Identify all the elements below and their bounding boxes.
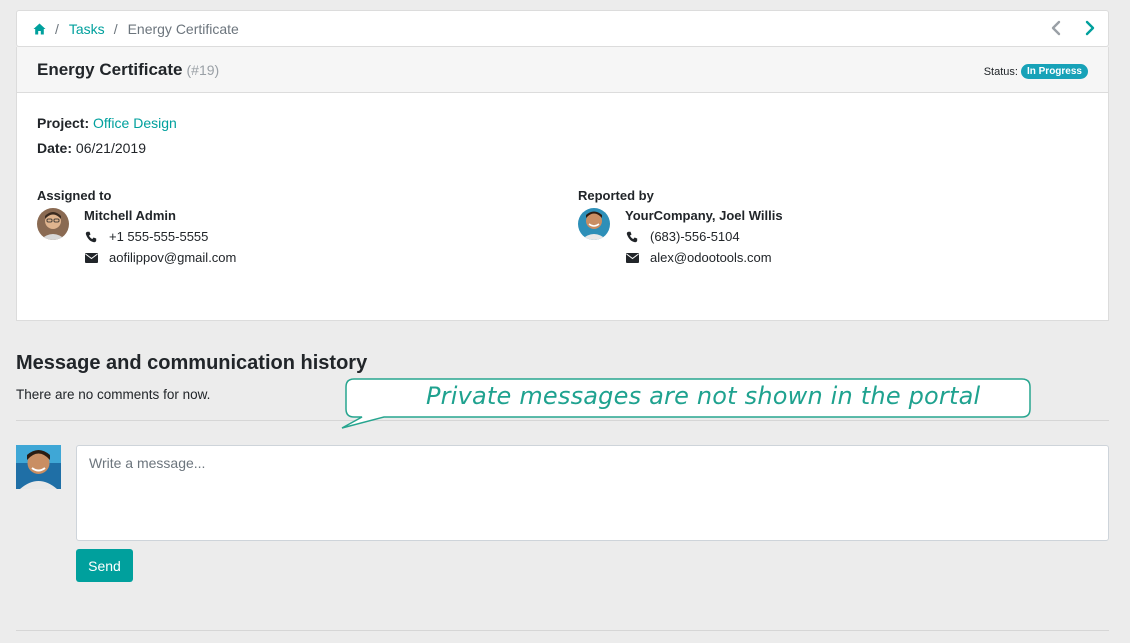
breadcrumb-bar: / Tasks / Energy Certificate [16, 10, 1109, 47]
status-group: Status: In Progress [984, 64, 1088, 79]
status-badge: In Progress [1020, 64, 1088, 79]
task-card: Energy Certificate (#19) Status: In Progr… [16, 47, 1109, 321]
envelope-icon [84, 252, 98, 263]
phone-icon [625, 231, 639, 243]
breadcrumb-tasks-link[interactable]: Tasks [69, 21, 105, 37]
reporter-phone: (683)-556-5104 [650, 229, 740, 244]
date-row: Date: 06/21/2019 [37, 140, 146, 156]
avatar [16, 445, 61, 489]
breadcrumb-current: Energy Certificate [127, 21, 239, 37]
task-header: Energy Certificate (#19) Status: In Progr… [17, 47, 1108, 93]
phone-icon [84, 231, 98, 243]
avatar [578, 208, 610, 240]
assigned-to-block: Assigned to Mitchell Admin +1 555-555-55… [37, 188, 537, 268]
assigned-heading: Assigned to [37, 188, 112, 203]
breadcrumb-separator: / [113, 21, 118, 37]
page-title: Energy Certificate (#19) [37, 60, 219, 80]
assignee-email-row: aofilippov@gmail.com [84, 250, 236, 265]
message-input[interactable] [76, 445, 1109, 541]
no-comments-text: There are no comments for now. [16, 387, 211, 402]
record-pager [1048, 19, 1098, 37]
callout-bubble: Private messages are not shown in the po… [340, 378, 1032, 430]
reporter-email-row: alex@odootools.com [625, 250, 772, 265]
breadcrumb: / Tasks / Energy Certificate [33, 21, 239, 37]
project-link[interactable]: Office Design [93, 115, 177, 131]
date-label: Date: [37, 140, 73, 156]
avatar [37, 208, 69, 240]
assignee-email: aofilippov@gmail.com [109, 250, 237, 265]
assignee-phone-row: +1 555-555-5555 [84, 229, 208, 244]
assignee-phone: +1 555-555-5555 [109, 229, 209, 244]
callout-text: Private messages are not shown in the po… [426, 382, 981, 410]
divider [16, 630, 1109, 631]
project-row: Project: Office Design [37, 115, 177, 131]
reported-by-block: Reported by YourCompany, Joel Willis (68… [578, 188, 1078, 268]
status-label: Status: [983, 65, 1018, 78]
reported-heading: Reported by [578, 188, 654, 203]
reporter-email: alex@odootools.com [650, 250, 772, 265]
task-title-text: Energy Certificate [37, 60, 183, 79]
reporter-name: YourCompany, Joel Willis [625, 208, 783, 223]
date-value: 06/21/2019 [75, 140, 146, 156]
chevron-right-icon[interactable] [1082, 19, 1098, 37]
reporter-phone-row: (683)-556-5104 [625, 229, 740, 244]
project-label: Project: [37, 115, 90, 131]
chevron-left-icon[interactable] [1048, 19, 1064, 37]
task-number: (#19) [186, 62, 220, 78]
send-button[interactable]: Send [76, 549, 133, 582]
envelope-icon [625, 252, 639, 263]
assignee-name: Mitchell Admin [84, 208, 176, 223]
breadcrumb-separator: / [55, 21, 59, 37]
message-history-title: Message and communication history [16, 352, 368, 374]
home-icon[interactable] [33, 23, 46, 35]
